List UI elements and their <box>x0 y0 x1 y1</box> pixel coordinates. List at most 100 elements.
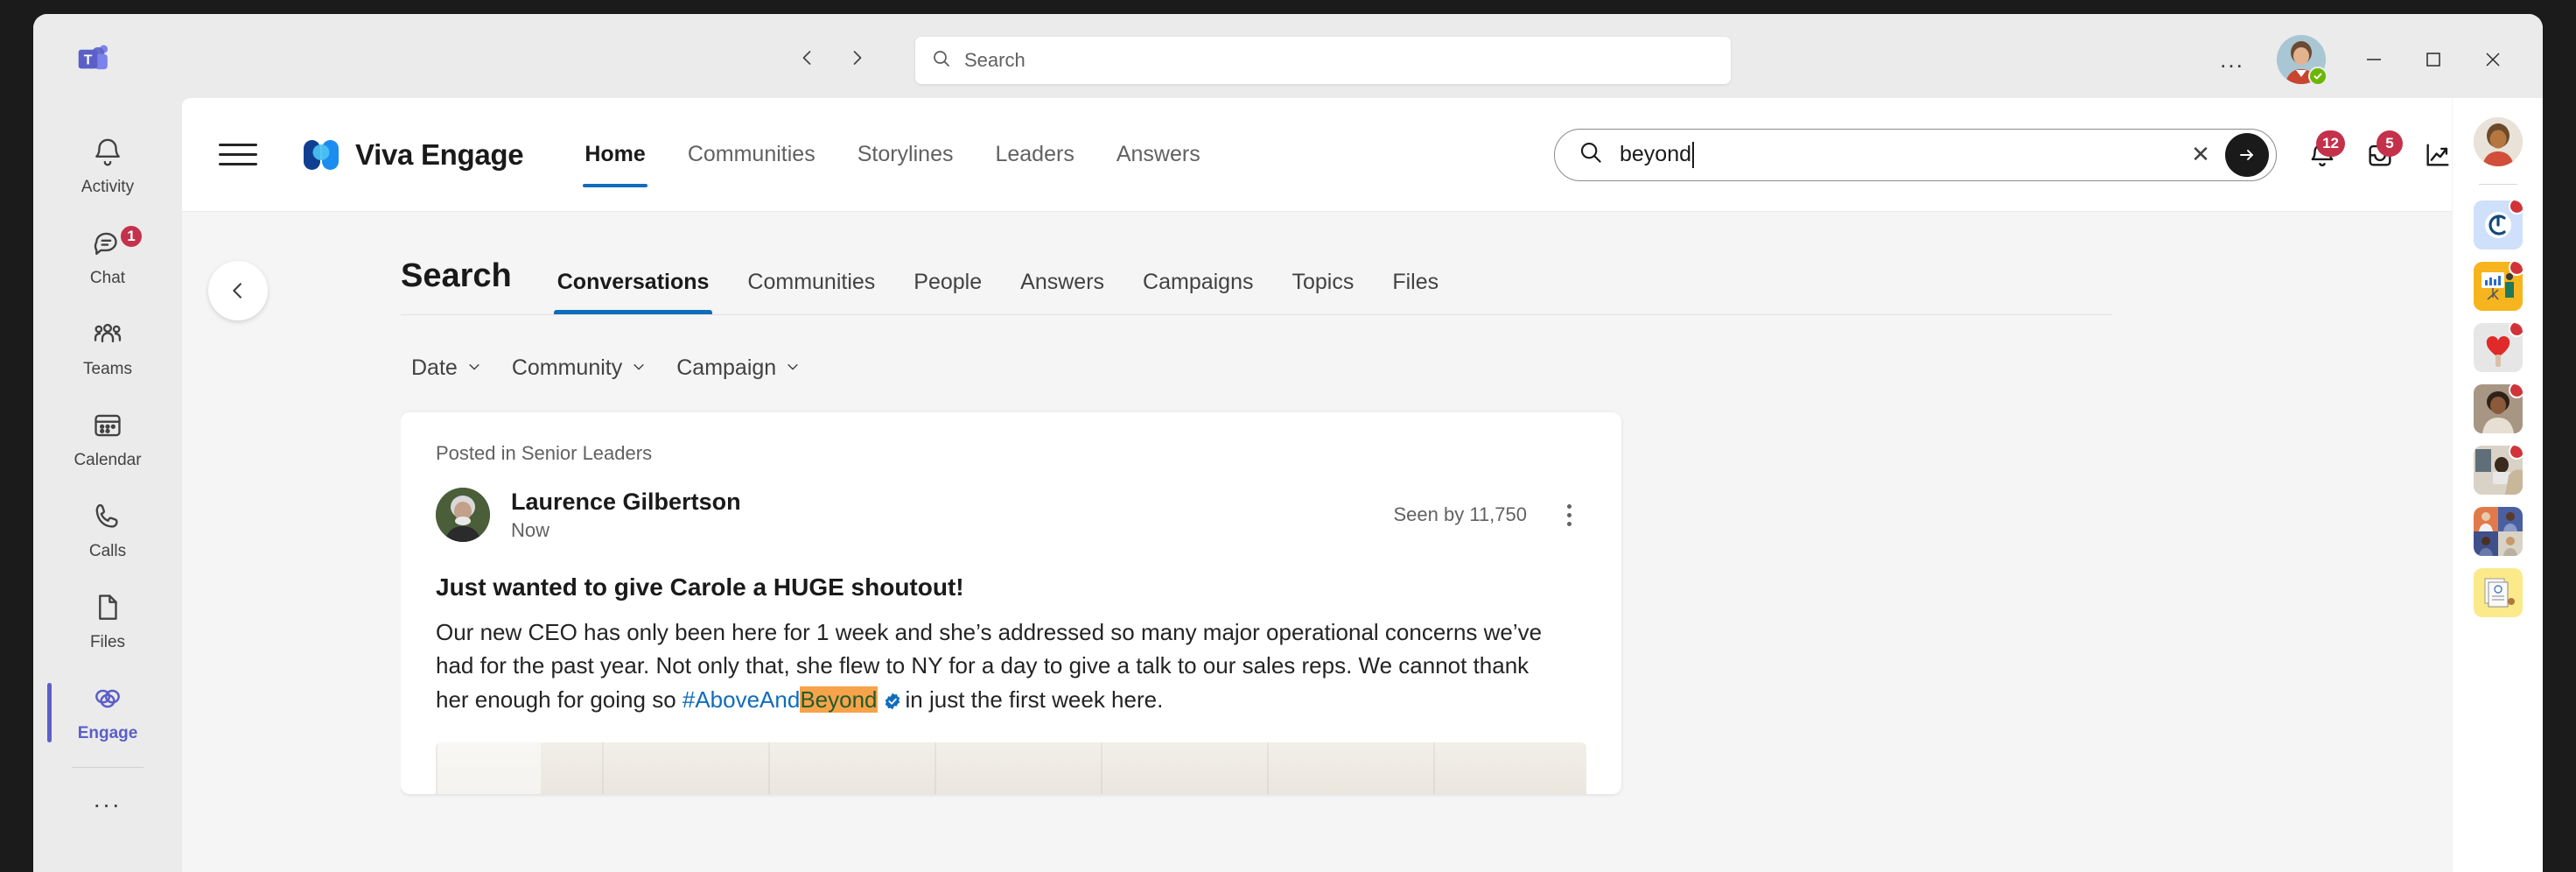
nav-item-leaders[interactable]: Leaders <box>974 98 1095 212</box>
sidebar-item-chat[interactable]: 1 Chat <box>42 212 173 303</box>
teams-search-placeholder: Search <box>964 49 1026 72</box>
search-icon <box>1578 139 1604 170</box>
tab-campaigns[interactable]: Campaigns <box>1124 270 1272 314</box>
search-results-panel: Search Conversations Communities People … <box>401 212 2543 872</box>
posted-in-label: Posted in Senior Leaders <box>436 442 1586 465</box>
hashtag-highlight-match[interactable]: Beyond <box>800 686 877 713</box>
menu-icon[interactable] <box>214 130 262 179</box>
tab-people[interactable]: People <box>894 270 1001 314</box>
app-tile-heart[interactable] <box>2474 323 2523 372</box>
post-body: Our new CEO has only been here for 1 wee… <box>436 615 1564 716</box>
post-title: Just wanted to give Carole a HUGE shouto… <box>436 573 1586 601</box>
teams-logo-icon: T <box>74 40 114 77</box>
notifications-badge: 12 <box>2316 130 2345 157</box>
teams-search-box[interactable]: Search <box>915 37 1731 84</box>
sidebar-item-calls[interactable]: Calls <box>42 485 173 576</box>
author-avatar[interactable] <box>436 488 490 542</box>
filter-label: Campaign <box>676 355 776 381</box>
account-avatar[interactable] <box>2277 35 2326 84</box>
sidebar-item-files[interactable]: Files <box>42 576 173 667</box>
nav-item-communities[interactable]: Communities <box>667 98 836 212</box>
search-icon <box>931 48 952 74</box>
tab-topics[interactable]: Topics <box>1272 270 1373 314</box>
sidebar-label: Calls <box>89 542 126 561</box>
engage-right-rail <box>2452 98 2543 872</box>
svg-text:T: T <box>84 53 93 67</box>
tab-communities[interactable]: Communities <box>728 270 894 314</box>
app-tile-documents[interactable] <box>2474 568 2523 617</box>
engage-search-input-wrap[interactable]: beyond <box>1620 142 2181 168</box>
tab-conversations[interactable]: Conversations <box>538 270 729 314</box>
maximize-button[interactable] <box>2406 36 2460 83</box>
minimize-button[interactable] <box>2347 36 2401 83</box>
sidebar-label: Chat <box>90 269 125 288</box>
search-heading: Search <box>401 257 512 314</box>
nav-item-answers[interactable]: Answers <box>1096 98 1222 212</box>
sidebar-label: Calendar <box>74 451 141 470</box>
search-input-value: beyond <box>1620 142 1691 167</box>
filter-bar: Date Community <box>401 315 2522 412</box>
inbox-button[interactable]: 5 <box>2354 129 2406 181</box>
chevron-down-icon <box>631 355 647 381</box>
teams-window: T Search ... <box>33 14 2543 872</box>
page-title: Viva Engage <box>355 138 523 172</box>
bell-icon <box>91 136 124 173</box>
sidebar-item-teams[interactable]: Teams <box>42 303 173 394</box>
hashtag-link[interactable]: #AboveAnd <box>682 686 800 713</box>
app-tile-presentation[interactable] <box>2474 262 2523 311</box>
post-timestamp: Now <box>511 519 741 542</box>
filter-label: Date <box>411 355 458 381</box>
nav-item-storylines[interactable]: Storylines <box>836 98 975 212</box>
filter-date[interactable]: Date <box>401 350 493 386</box>
app-tile-person[interactable] <box>2474 384 2523 433</box>
title-bar: T Search ... <box>33 14 2543 98</box>
engage-header: Viva Engage Home Communities Storylines … <box>182 98 2543 212</box>
app-tile-meeting[interactable] <box>2474 507 2523 556</box>
sidebar-label: Files <box>90 633 125 652</box>
teams-icon <box>91 318 124 355</box>
engage-search-box[interactable]: beyond ✕ <box>1554 129 2277 181</box>
active-indicator <box>47 683 52 742</box>
sidebar-item-engage[interactable]: Engage <box>42 667 173 758</box>
settings-and-more-button[interactable]: ... <box>2208 36 2256 83</box>
engage-app-content: Viva Engage Home Communities Storylines … <box>182 98 2543 872</box>
filter-community[interactable]: Community <box>501 350 657 386</box>
forward-button[interactable] <box>839 40 874 75</box>
inbox-badge: 5 <box>2376 130 2403 157</box>
engage-icon <box>91 682 124 720</box>
teams-left-rail: Activity 1 Chat Teams <box>33 98 182 872</box>
app-tile-workplace[interactable] <box>2474 446 2523 495</box>
author-name[interactable]: Laurence Gilbertson <box>511 489 741 516</box>
sidebar-item-calendar[interactable]: Calendar <box>42 394 173 485</box>
app-tile-connect[interactable] <box>2474 200 2523 250</box>
verified-badge-icon <box>883 692 902 711</box>
text-caret <box>1692 142 1694 168</box>
filter-campaign[interactable]: Campaign <box>666 350 811 386</box>
submit-search-button[interactable] <box>2225 133 2269 177</box>
user-avatar[interactable] <box>2474 117 2523 166</box>
post-header: Laurence Gilbertson Now Seen by 11,750 <box>436 488 1586 542</box>
collapse-panel-button[interactable] <box>208 261 268 320</box>
clear-search-icon[interactable]: ✕ <box>2181 136 2220 174</box>
tab-files[interactable]: Files <box>1373 270 1458 314</box>
notifications-button[interactable]: 12 <box>2296 129 2348 181</box>
filter-label: Community <box>512 355 622 381</box>
close-button[interactable] <box>2466 36 2520 83</box>
left-gutter <box>182 212 401 872</box>
sidebar-label: Teams <box>83 360 132 379</box>
right-rail-divider <box>2479 184 2517 185</box>
calendar-icon <box>91 409 124 447</box>
tab-answers[interactable]: Answers <box>1001 270 1124 314</box>
post-meta: Seen by 11,750 <box>1394 496 1587 534</box>
rail-more-apps-button[interactable]: ... <box>42 773 173 826</box>
post-more-options-icon[interactable] <box>1551 496 1586 534</box>
sidebar-item-activity[interactable]: Activity <box>42 121 173 212</box>
community-name[interactable]: Senior Leaders <box>522 442 652 464</box>
post-card[interactable]: Posted in Senior Leaders <box>401 412 1621 794</box>
nav-item-home[interactable]: Home <box>564 98 666 212</box>
back-button[interactable] <box>790 40 825 75</box>
engage-body: Search Conversations Communities People … <box>182 212 2543 872</box>
post-body-tail: in just the first week here. <box>906 686 1164 713</box>
window-nav <box>790 40 874 75</box>
post-attachment-image[interactable] <box>436 742 1586 794</box>
